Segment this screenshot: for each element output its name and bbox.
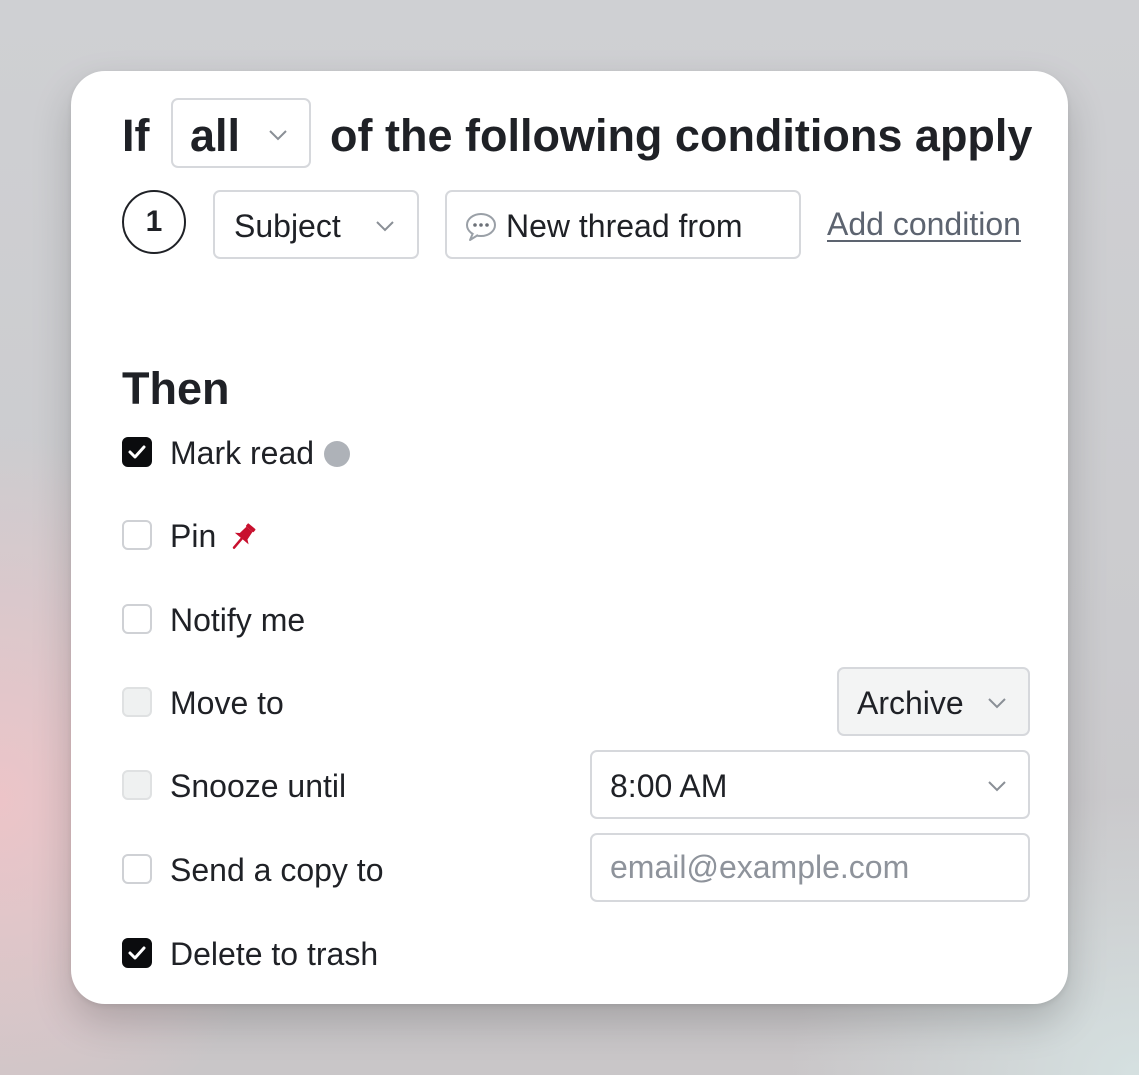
match-select[interactable]: all <box>171 98 311 168</box>
gray-dot-icon <box>324 440 351 467</box>
move-to-folder-value: Archive <box>857 685 964 721</box>
filter-rule-card: If all of the following conditions apply… <box>71 71 1068 1004</box>
condition-value-text: New thread from <box>506 208 743 244</box>
move-to-folder-select[interactable]: Archive <box>837 667 1030 736</box>
notify-me-checkbox[interactable] <box>122 604 152 634</box>
pin-label: Pin <box>170 518 260 555</box>
condition-step-number: 1 <box>122 190 186 254</box>
add-condition-link[interactable]: Add condition <box>827 206 1021 243</box>
snooze-time-select[interactable]: 8:00 AM <box>590 750 1030 819</box>
condition-field-value: Subject <box>234 208 341 244</box>
header-suffix: of the following conditions apply <box>330 110 1033 161</box>
pushpin-icon <box>226 520 260 554</box>
speech-bubble-icon <box>464 211 498 243</box>
delete-to-trash-label: Delete to trash <box>170 936 379 972</box>
send-copy-checkbox[interactable] <box>122 854 152 884</box>
condition-field-select[interactable]: Subject <box>213 190 419 259</box>
snooze-time-value: 8:00 AM <box>610 768 728 804</box>
checkmark-icon <box>128 445 146 459</box>
snooze-until-label: Snooze until <box>170 768 347 804</box>
chevron-down-icon <box>375 220 395 232</box>
condition-value-field[interactable]: New thread from <box>445 190 801 259</box>
match-select-value: all <box>190 110 241 161</box>
notify-me-label: Notify me <box>170 602 306 638</box>
pin-checkbox[interactable] <box>122 520 152 550</box>
pin-text: Pin <box>170 518 217 554</box>
mark-read-text: Mark read <box>170 435 315 471</box>
send-copy-label: Send a copy to <box>170 852 384 888</box>
move-to-checkbox[interactable] <box>122 687 152 717</box>
send-copy-email-placeholder: email@example.com <box>610 849 910 885</box>
then-heading: Then <box>122 363 230 414</box>
delete-to-trash-checkbox[interactable] <box>122 938 152 968</box>
send-copy-email-input[interactable]: email@example.com <box>590 833 1030 902</box>
mark-read-checkbox[interactable] <box>122 437 152 467</box>
snooze-until-checkbox[interactable] <box>122 770 152 800</box>
chevron-down-icon <box>987 780 1007 792</box>
checkmark-icon <box>128 946 146 960</box>
mark-read-label: Mark read <box>170 435 351 472</box>
chevron-down-icon <box>268 129 288 141</box>
move-to-label: Move to <box>170 685 284 721</box>
header-prefix: If <box>122 110 150 161</box>
chevron-down-icon <box>987 697 1007 709</box>
